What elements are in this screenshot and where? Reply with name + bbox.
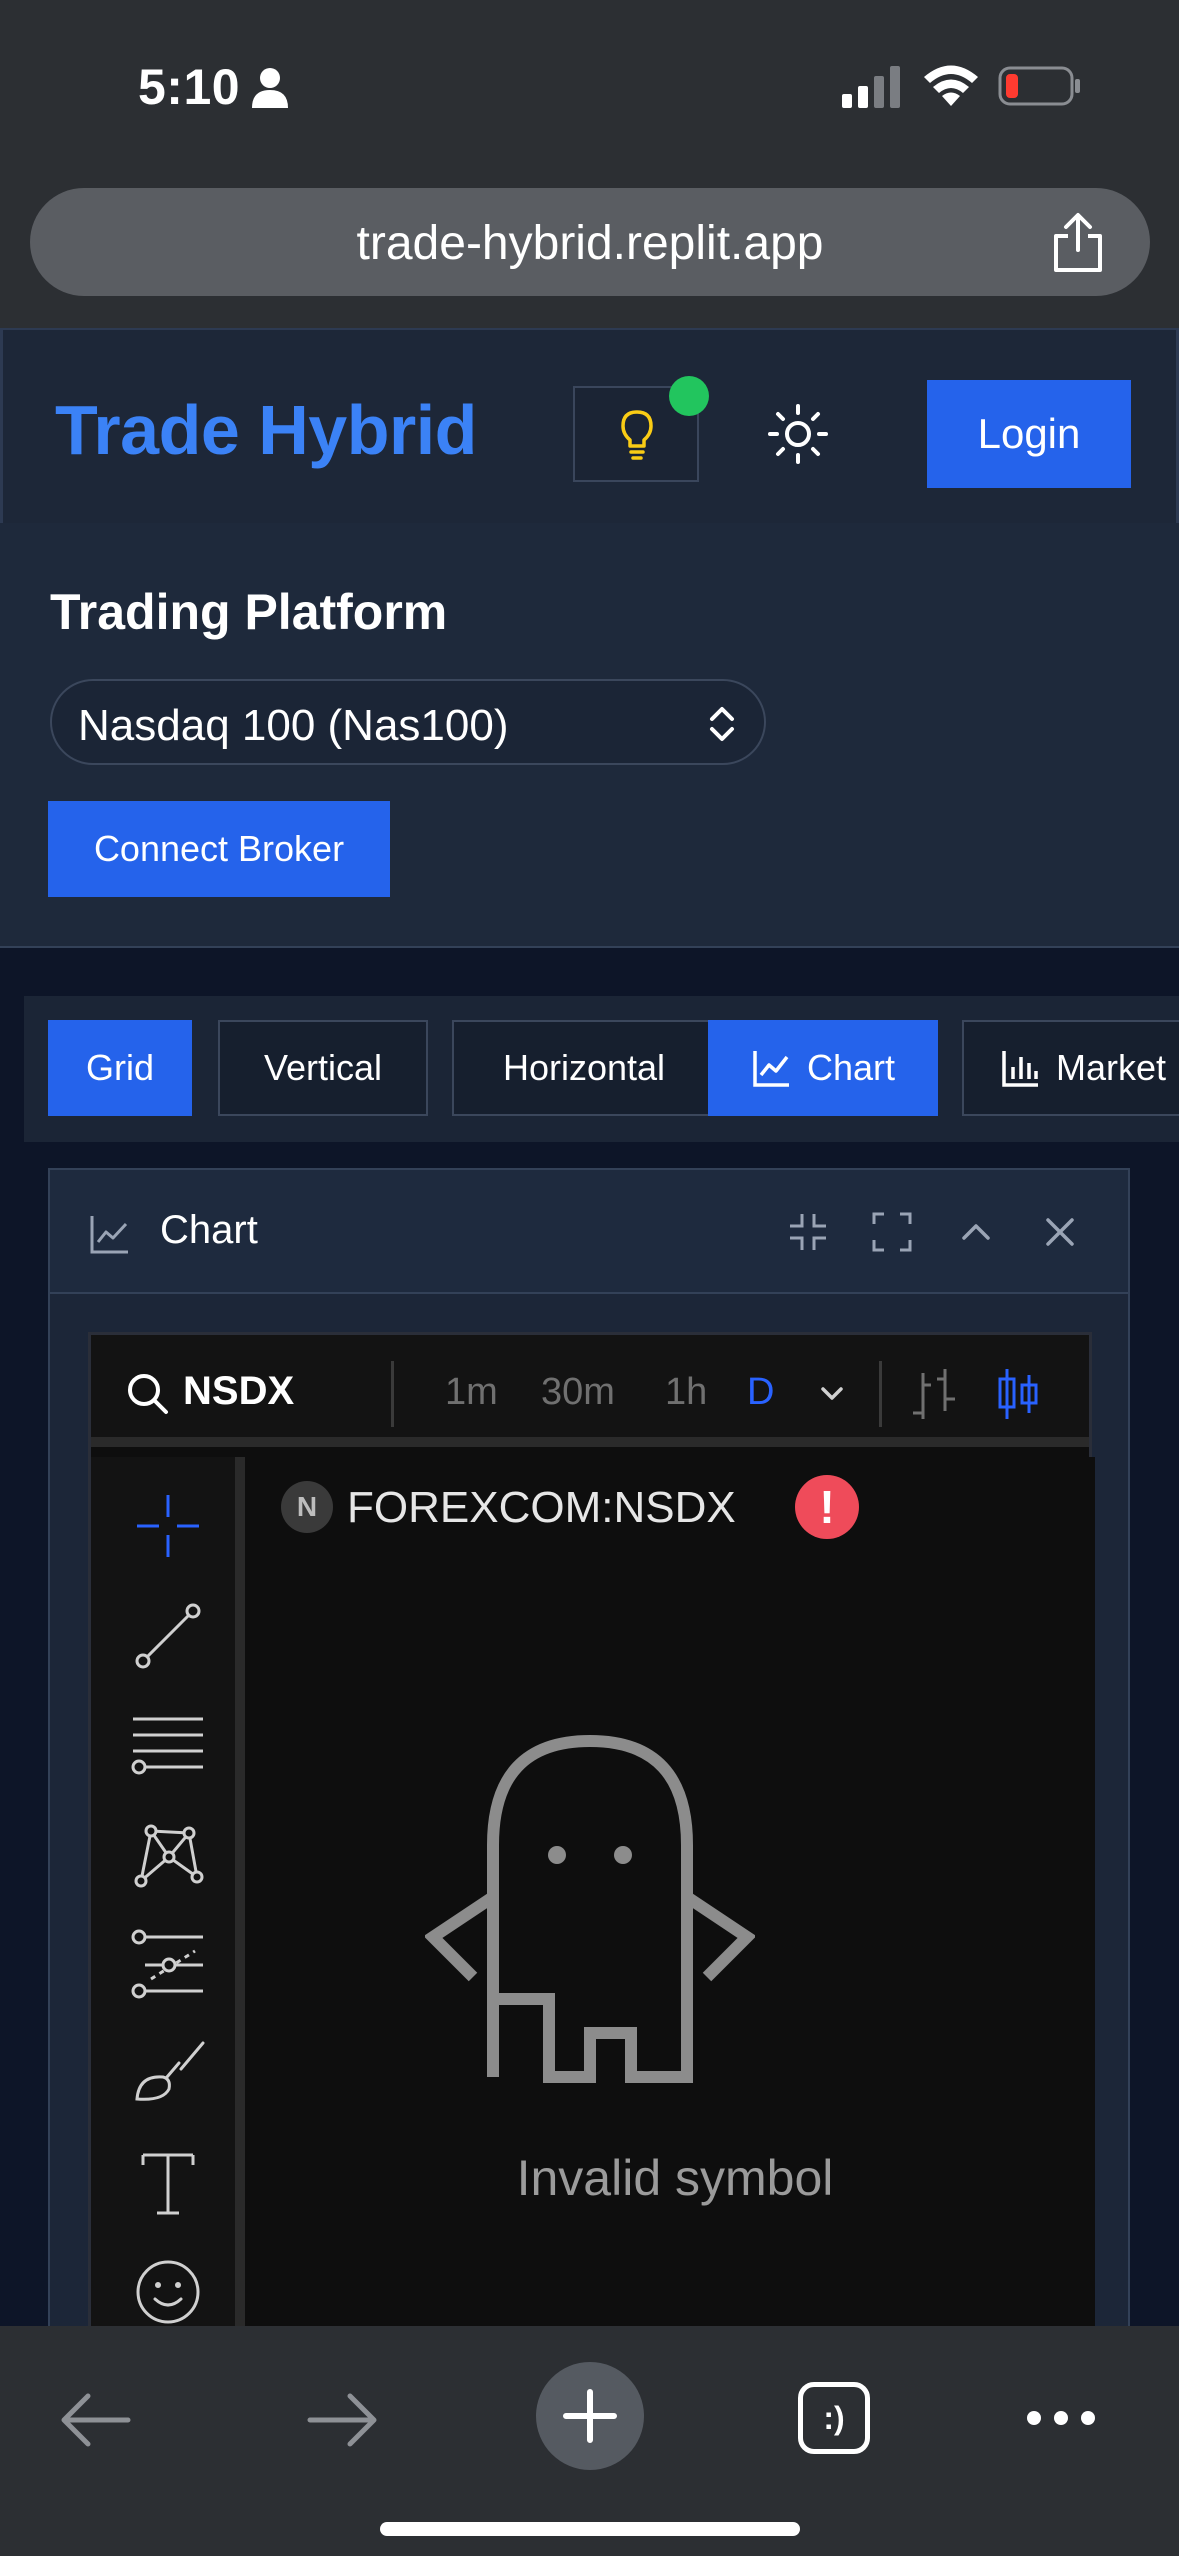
online-status-dot bbox=[669, 376, 709, 416]
address-bar[interactable]: trade-hybrid.replit.app bbox=[30, 188, 1150, 296]
layout-chart-label: Chart bbox=[806, 1047, 896, 1088]
lightbulb-icon bbox=[621, 410, 653, 460]
forecast-tool-icon[interactable] bbox=[129, 1925, 207, 2003]
chart-panel: Chart NSDX 1m 30m 1h D N FOREXCOM:NSDX !… bbox=[48, 1168, 1130, 2335]
battery-low-icon bbox=[998, 66, 1080, 106]
page-title: Trading Platform bbox=[50, 584, 448, 640]
tv-drawing-toolbar bbox=[91, 1457, 245, 2335]
minimize-icon[interactable] bbox=[786, 1210, 830, 1254]
bar-chart-icon bbox=[1002, 1051, 1038, 1087]
layout-market-button[interactable]: Market bbox=[962, 1020, 1179, 1116]
layout-vertical-label: Vertical bbox=[263, 1047, 383, 1088]
timeframe-d[interactable]: D bbox=[747, 1371, 774, 1414]
toolbar-divider bbox=[879, 1361, 882, 1427]
chevron-up-icon[interactable] bbox=[954, 1210, 998, 1254]
login-button[interactable]: Login bbox=[927, 380, 1131, 488]
candlestick-icon[interactable] bbox=[995, 1365, 1041, 1423]
layout-horizontal-button[interactable]: Horizontal bbox=[452, 1020, 716, 1116]
chart-panel-header: Chart bbox=[50, 1170, 1128, 1294]
invalid-symbol-message: Invalid symbol bbox=[516, 2150, 834, 2206]
trend-line-icon[interactable] bbox=[129, 1597, 207, 1675]
tv-symbol-search[interactable]: NSDX bbox=[183, 1369, 294, 1414]
layout-toolbar: Grid Vertical Horizontal Chart Market bbox=[24, 996, 1179, 1142]
home-indicator bbox=[380, 2522, 800, 2536]
trading-platform-section: Trading Platform Nasdaq 100 (Nas100) Con… bbox=[0, 523, 1179, 948]
brush-icon[interactable] bbox=[129, 2033, 207, 2111]
line-chart-icon bbox=[90, 1216, 128, 1254]
forward-arrow-icon[interactable] bbox=[302, 2388, 382, 2452]
new-tab-button[interactable] bbox=[536, 2362, 644, 2470]
symbol-full-name: FOREXCOM:NSDX bbox=[347, 1483, 736, 1532]
emoji-icon[interactable] bbox=[129, 2253, 207, 2331]
tv-top-toolbar: NSDX 1m 30m 1h D bbox=[91, 1335, 1089, 1447]
timeframe-1h[interactable]: 1h bbox=[665, 1371, 707, 1414]
ghost-icon bbox=[425, 1734, 755, 2083]
tabs-button[interactable]: :) bbox=[798, 2382, 870, 2454]
cellular-signal-icon bbox=[842, 66, 900, 108]
back-arrow-icon[interactable] bbox=[56, 2388, 136, 2452]
tradingview-widget: NSDX 1m 30m 1h D N FOREXCOM:NSDX ! Inval… bbox=[88, 1332, 1095, 2335]
layout-chart-button[interactable]: Chart bbox=[708, 1020, 938, 1116]
url-text: trade-hybrid.replit.app bbox=[356, 217, 824, 270]
theme-toggle-sun-icon[interactable] bbox=[766, 402, 830, 466]
crosshair-icon[interactable] bbox=[129, 1487, 207, 1565]
symbol-select[interactable]: Nasdaq 100 (Nas100) bbox=[50, 679, 766, 765]
line-chart-icon bbox=[753, 1051, 789, 1087]
brand-logo[interactable]: Trade Hybrid bbox=[55, 390, 477, 470]
toolbar-divider bbox=[391, 1361, 394, 1427]
layout-market-label: Market bbox=[1056, 1047, 1167, 1088]
app-header: Trade Hybrid Login bbox=[0, 328, 1179, 523]
connect-broker-button[interactable]: Connect Broker bbox=[48, 801, 390, 897]
layout-grid-button[interactable]: Grid bbox=[48, 1020, 192, 1116]
text-tool-icon[interactable] bbox=[129, 2143, 207, 2221]
layout-grid-label: Grid bbox=[85, 1047, 154, 1088]
timeframe-30m[interactable]: 30m bbox=[541, 1371, 615, 1414]
person-icon bbox=[252, 68, 288, 108]
status-time: 5:10 bbox=[138, 59, 241, 115]
symbol-select-value: Nasdaq 100 (Nas100) bbox=[78, 701, 509, 750]
layout-horizontal-label: Horizontal bbox=[502, 1047, 666, 1088]
workspace: Grid Vertical Horizontal Chart Market Ch… bbox=[0, 948, 1179, 2335]
warning-icon[interactable]: ! bbox=[795, 1475, 859, 1539]
timeframe-1m[interactable]: 1m bbox=[445, 1371, 498, 1414]
search-icon[interactable] bbox=[125, 1371, 169, 1415]
horizontal-lines-icon[interactable] bbox=[129, 1707, 207, 1785]
fullscreen-icon[interactable] bbox=[870, 1210, 914, 1254]
bar-style-icon[interactable] bbox=[909, 1365, 961, 1423]
pattern-tool-icon[interactable] bbox=[129, 1815, 207, 1893]
layout-vertical-button[interactable]: Vertical bbox=[218, 1020, 428, 1116]
share-icon[interactable] bbox=[1046, 210, 1110, 274]
chart-panel-title: Chart bbox=[160, 1208, 258, 1252]
chevron-down-icon[interactable] bbox=[817, 1379, 847, 1409]
plus-icon bbox=[563, 2389, 617, 2443]
chevron-up-down-icon bbox=[710, 707, 734, 741]
symbol-exchange-badge: N bbox=[281, 1481, 333, 1533]
close-icon[interactable] bbox=[1038, 1210, 1082, 1254]
more-options-icon[interactable] bbox=[1024, 2406, 1098, 2430]
browser-bottom-toolbar: :) bbox=[0, 2326, 1179, 2556]
browser-top-chrome: 5:10 trade-hybrid.replit.app bbox=[0, 0, 1179, 328]
tv-chart-area: N FOREXCOM:NSDX ! Invalid symbol bbox=[255, 1457, 1095, 2335]
wifi-icon bbox=[924, 65, 978, 106]
